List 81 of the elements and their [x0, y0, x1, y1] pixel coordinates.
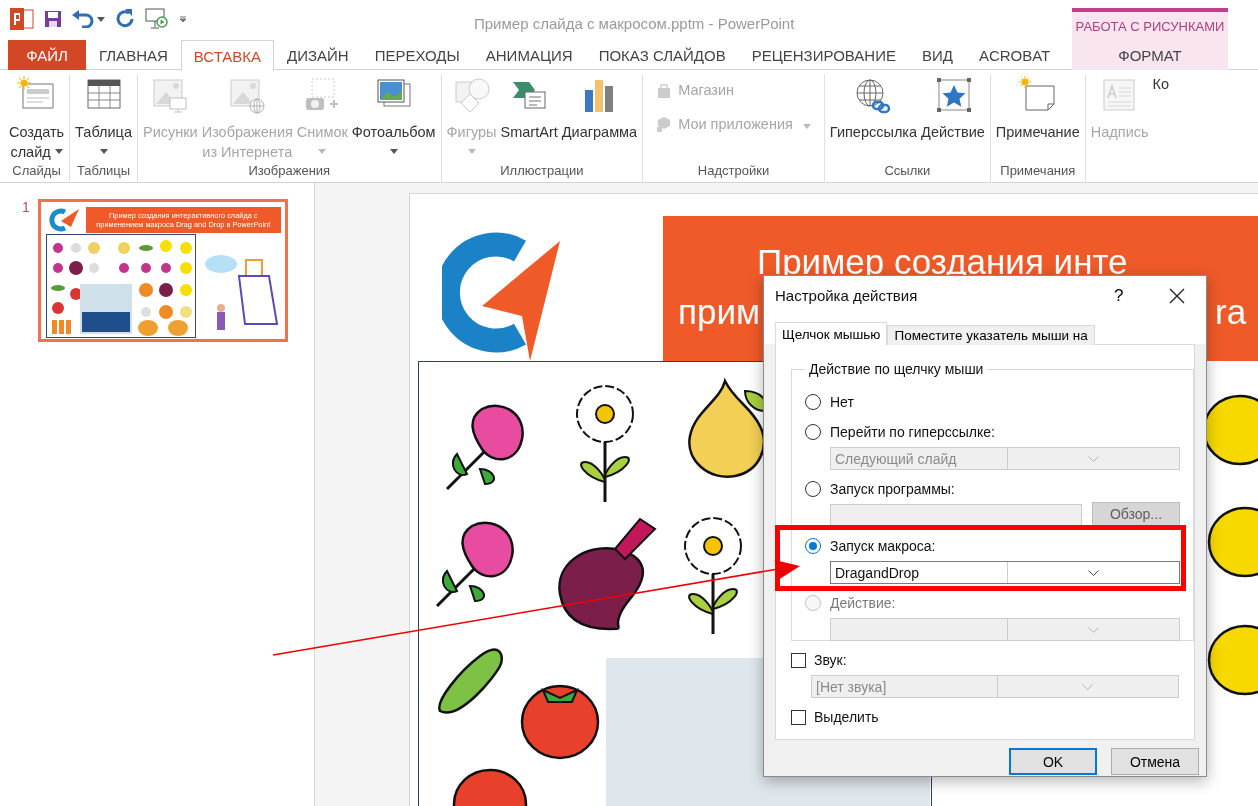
checkbox-label: Выделить: [814, 709, 879, 725]
smartart-button[interactable]: SmartArt: [498, 74, 560, 142]
ribbon-tab[interactable]: ВИД: [908, 40, 966, 70]
new-slide-button[interactable]: Создать слайд: [7, 74, 67, 162]
slide-title-line: прим: [678, 292, 761, 332]
redo-icon: [115, 9, 135, 29]
group-label: Таблицы: [76, 162, 132, 180]
group-label: Надстройки: [696, 162, 771, 180]
ribbon-tab[interactable]: ДИЗАЙН: [274, 40, 362, 70]
option-label: Действие:: [830, 595, 896, 611]
checkbox[interactable]: [791, 709, 806, 725]
logo-drawing: [46, 207, 81, 233]
group-label: Слайды: [11, 162, 62, 180]
dialog-button[interactable]: Отмена: [1111, 748, 1199, 775]
close-icon: [1169, 288, 1185, 304]
save-icon: [44, 10, 62, 28]
save-button[interactable]: [44, 10, 62, 28]
group-label: Изображения: [247, 162, 332, 180]
dialog-title: Настройка действия: [775, 287, 918, 304]
group-label: Иллюстрации: [499, 162, 585, 180]
dialog-button[interactable]: OK: [1009, 748, 1097, 775]
dropdown-field[interactable]: DragandDrop: [830, 561, 1180, 584]
context-tab-header: РАБОТА С РИСУНКАМИ: [1072, 8, 1228, 40]
ribbon-tab[interactable]: АНИМАЦИЯ: [472, 40, 586, 70]
globe-link-button[interactable]: Гиперссылка: [827, 74, 920, 142]
ribbon-tab[interactable]: ФАЙЛ: [8, 40, 86, 70]
group-label: Примечания: [999, 162, 1077, 180]
command-button[interactable]: Ко: [1150, 74, 1172, 94]
caret-icon: [802, 124, 811, 129]
ribbon-tab[interactable]: ПОКАЗ СЛАЙДОВ: [585, 40, 739, 70]
checkbox[interactable]: [791, 652, 806, 668]
photo-album-button[interactable]: Фотоальбом: [349, 74, 438, 154]
chevron-down-icon: [1087, 626, 1099, 633]
slide-number: 1: [22, 199, 30, 215]
online-picture-icon: [227, 76, 268, 116]
ribbon-tab[interactable]: ПЕРЕХОДЫ: [361, 40, 473, 70]
option-label: Запуск программы:: [830, 481, 955, 497]
caret-icon: [318, 149, 327, 154]
star-button[interactable]: Действие: [919, 74, 987, 142]
ribbon-tab[interactable]: ВСТАВКА: [180, 40, 275, 71]
slideshow-button[interactable]: [145, 8, 169, 30]
bar-chart-button[interactable]: Диаграмма: [559, 74, 640, 142]
group-label: Ссылки: [883, 162, 932, 180]
radio-button[interactable]: [805, 424, 821, 440]
caret-icon: [97, 16, 105, 22]
option-label: Нет: [830, 394, 854, 410]
caret-icon: [99, 149, 108, 154]
group-label: Действие по щелчку мыши: [808, 361, 985, 377]
caret-icon: [467, 149, 476, 154]
customize-toolbar-button[interactable]: [179, 15, 187, 23]
redo-button[interactable]: [115, 9, 135, 29]
slide-title-line: Пример создания инте: [757, 242, 1128, 282]
dialog-tab[interactable]: Щелчок мышью: [775, 322, 888, 345]
chevron-down-icon: [1082, 683, 1094, 690]
radio-button[interactable]: [805, 538, 821, 554]
presentation-icon: [145, 8, 169, 30]
table-button[interactable]: Таблица: [73, 74, 134, 154]
window-title: Пример слайда с макросом.pptm - PowerPoint: [474, 15, 795, 32]
option-label: Запуск макроса:: [830, 538, 936, 554]
caret-icon: [179, 15, 187, 23]
undo-icon: [72, 10, 94, 28]
caret-icon: [54, 149, 63, 154]
shopping-bag-icon: [656, 82, 673, 98]
ribbon-tab[interactable]: ГЛАВНАЯ: [86, 40, 181, 70]
slide-title-line: ra: [1215, 292, 1247, 332]
powerpoint-logo-icon[interactable]: [10, 8, 34, 30]
checkbox-label: Звук:: [814, 652, 847, 668]
radio-button[interactable]: [805, 394, 821, 410]
cubes-icon: [656, 116, 673, 132]
note-button[interactable]: Примечание: [993, 74, 1082, 142]
ribbon-tab[interactable]: ACROBAT: [965, 40, 1064, 70]
ribbon-tab[interactable]: РЕЦЕНЗИРОВАНИЕ: [738, 40, 909, 70]
radio-button[interactable]: [805, 481, 821, 497]
undo-button[interactable]: [72, 10, 105, 28]
chevron-down-icon: [1087, 455, 1099, 462]
dialog-tab[interactable]: Поместите указатель мыши на: [887, 325, 1095, 345]
help-button[interactable]: ?: [1109, 284, 1129, 308]
option-label: Перейти по гиперссылке:: [830, 424, 995, 440]
caret-icon: [389, 149, 398, 154]
ribbon-tab[interactable]: ФОРМАТ: [1072, 40, 1228, 70]
chevron-down-icon: [1087, 569, 1099, 576]
